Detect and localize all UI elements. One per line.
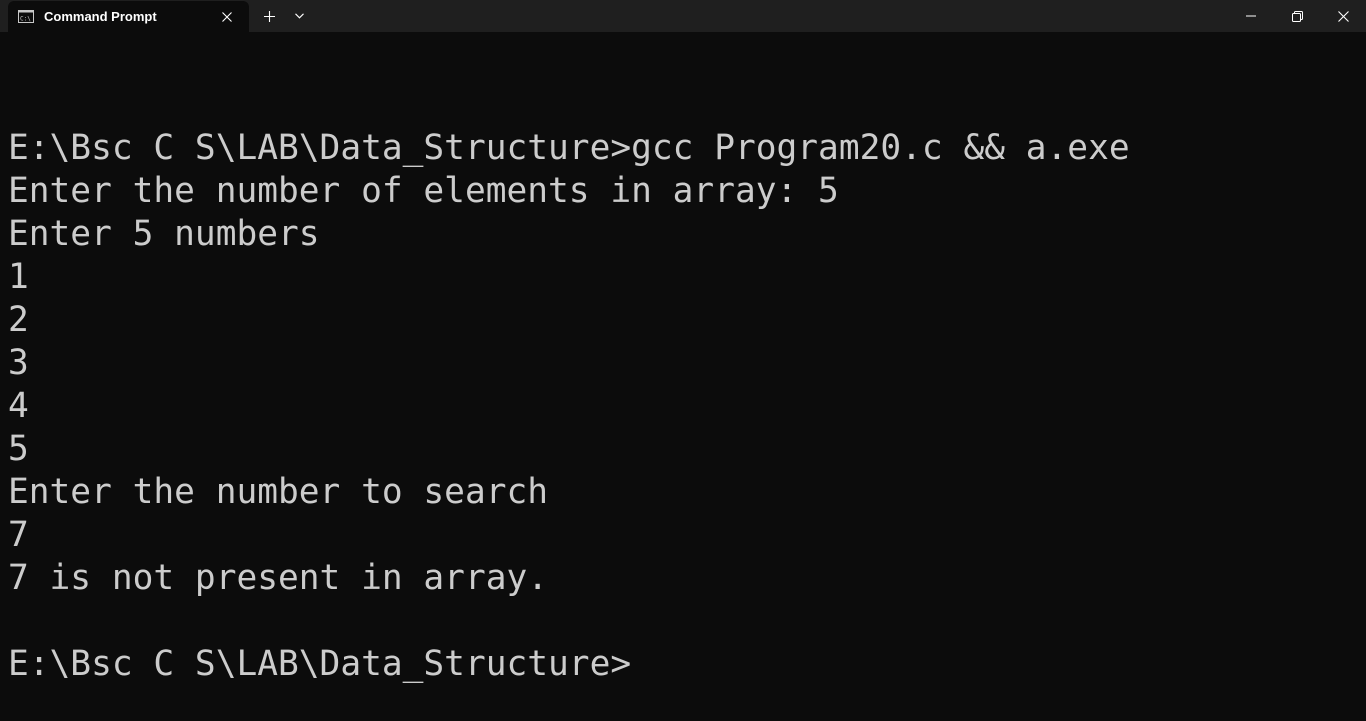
terminal-line: 7 xyxy=(8,515,29,555)
tab-title: Command Prompt xyxy=(44,9,157,24)
terminal-line: Enter 5 numbers xyxy=(8,214,320,254)
close-tab-button[interactable] xyxy=(217,7,237,27)
terminal-line: 4 xyxy=(8,386,29,426)
maximize-button[interactable] xyxy=(1274,0,1320,32)
tab-command-prompt[interactable]: C:\ Command Prompt xyxy=(8,1,249,32)
plus-icon xyxy=(263,10,275,22)
terminal-line: 2 xyxy=(8,300,29,340)
terminal-line: Enter the number of elements in array: 5 xyxy=(8,171,839,211)
chevron-down-icon xyxy=(294,13,304,19)
close-icon xyxy=(222,12,232,22)
terminal-line: 7 is not present in array. xyxy=(8,558,549,598)
minimize-button[interactable] xyxy=(1228,0,1274,32)
svg-text:C:\: C:\ xyxy=(20,16,31,23)
terminal-output[interactable]: E:\Bsc C S\LAB\Data_Structure>gcc Progra… xyxy=(0,32,1366,721)
title-bar[interactable]: C:\ Command Prompt xyxy=(0,0,1366,32)
terminal-line: Enter the number to search xyxy=(8,472,549,512)
new-tab-button[interactable] xyxy=(257,4,281,28)
restore-icon xyxy=(1291,10,1303,22)
terminal-lines: E:\Bsc C S\LAB\Data_Structure>gcc Progra… xyxy=(8,84,1130,686)
close-window-button[interactable] xyxy=(1320,0,1366,32)
tab-dropdown-button[interactable] xyxy=(287,4,311,28)
terminal-window: C:\ Command Prompt E:\Bsc C S\LAB\Data_S… xyxy=(0,0,1366,721)
terminal-line: E:\Bsc C S\LAB\Data_Structure>gcc Progra… xyxy=(8,128,1130,168)
terminal-line: 1 xyxy=(8,257,29,297)
minimize-icon xyxy=(1246,15,1256,17)
terminal-line: 5 xyxy=(8,429,29,469)
terminal-line: E:\Bsc C S\LAB\Data_Structure> xyxy=(8,644,632,684)
cmd-icon: C:\ xyxy=(18,10,34,23)
close-icon xyxy=(1337,10,1349,22)
terminal-line: 3 xyxy=(8,343,29,383)
